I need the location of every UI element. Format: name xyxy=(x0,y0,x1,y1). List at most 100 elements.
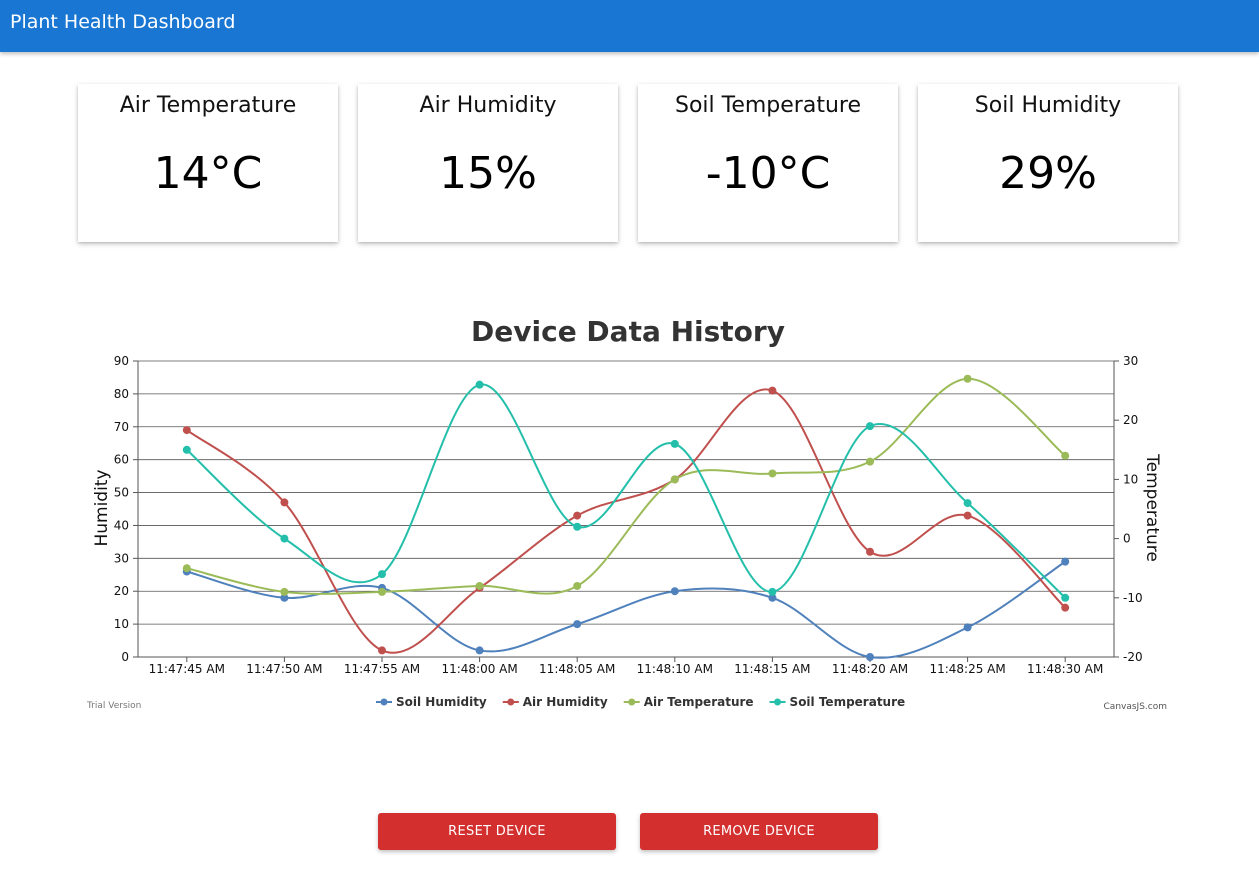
y2-tick-label: 30 xyxy=(1123,354,1138,368)
chart-legend: Soil Humidity Air Humidity Air Temperature… xyxy=(376,695,905,709)
series-line-soil-temperature xyxy=(186,383,1066,599)
y-axis-label: Humidity xyxy=(92,469,112,546)
chart-title: Device Data History xyxy=(471,315,785,348)
legend-marker xyxy=(774,698,782,706)
x-tick-label: 11:47:50 AM xyxy=(246,662,322,676)
data-point-air-humidity xyxy=(963,511,972,520)
air-temperature-card: Air Temperature 14°C xyxy=(78,84,338,242)
chart-axes: 0 10 20 30 40 50 60 70 80 90 -20 -10 0 10 20 30 11:47:45… xyxy=(114,354,1143,676)
card-title: Air Humidity xyxy=(419,93,557,118)
data-point-air-temperature xyxy=(475,581,484,590)
legend-label: Soil Humidity xyxy=(396,695,487,709)
data-point-air-humidity xyxy=(1061,603,1070,612)
y2-tick-label: 20 xyxy=(1123,413,1138,427)
series-line-air-humidity xyxy=(186,388,1066,654)
app-bar: Plant Health Dashboard xyxy=(0,0,1259,52)
data-point-soil-temperature xyxy=(573,522,582,531)
data-point-air-humidity xyxy=(573,511,582,520)
legend-marker xyxy=(380,698,388,706)
y-tick-label: 60 xyxy=(114,453,129,467)
legend-item-air-temperature: Air Temperature xyxy=(623,695,754,709)
legend-label: Soil Temperature xyxy=(790,695,906,709)
remove-device-button[interactable]: REMOVE DEVICE xyxy=(640,813,878,850)
y-tick-label: 10 xyxy=(114,617,129,631)
x-tick-label: 11:48:05 AM xyxy=(539,662,615,676)
data-point-air-humidity xyxy=(182,426,191,435)
legend-item-soil-humidity: Soil Humidity xyxy=(376,695,487,709)
data-point-air-humidity xyxy=(280,498,289,507)
data-point-air-temperature xyxy=(670,475,679,484)
data-point-soil-temperature xyxy=(280,534,289,543)
data-point-soil-temperature xyxy=(963,499,972,508)
data-point-soil-temperature xyxy=(378,570,386,579)
y-tick-label: 30 xyxy=(114,551,129,565)
data-point-air-temperature xyxy=(573,581,582,590)
x-tick-label: 11:47:55 AM xyxy=(344,662,420,676)
data-point-air-humidity xyxy=(866,547,874,556)
data-point-soil-temperature xyxy=(182,445,191,454)
data-point-soil-humidity xyxy=(475,646,484,655)
reset-device-button[interactable]: RESET DEVICE xyxy=(378,813,616,850)
app-title: Plant Health Dashboard xyxy=(10,11,236,33)
data-point-soil-temperature xyxy=(670,439,679,448)
data-point-air-temperature xyxy=(963,374,972,383)
air-humidity-card: Air Humidity 15% xyxy=(358,84,618,242)
data-point-soil-temperature xyxy=(866,422,874,431)
data-point-soil-humidity xyxy=(866,653,874,661)
data-point-soil-temperature xyxy=(768,587,777,596)
data-point-air-humidity xyxy=(378,646,386,655)
y-tick-label: 80 xyxy=(114,387,129,401)
data-point-soil-humidity xyxy=(963,623,972,632)
data-point-air-temperature xyxy=(182,564,191,573)
data-point-air-temperature xyxy=(378,587,386,596)
legend-label: Air Temperature xyxy=(644,695,754,709)
x-tick-label: 11:48:15 AM xyxy=(734,662,810,676)
y2-tick-label: 10 xyxy=(1123,472,1138,486)
canvasjs-watermark: CanvasJS.com xyxy=(1104,702,1167,712)
soil-temperature-card: Soil Temperature -10°C xyxy=(638,84,898,242)
data-point-air-temperature xyxy=(280,587,289,596)
x-tick-label: 11:48:25 AM xyxy=(929,662,1005,676)
card-value: -10°C xyxy=(705,148,831,199)
chart-grid xyxy=(138,360,1114,658)
data-point-soil-humidity xyxy=(670,587,679,596)
y-tick-label: 90 xyxy=(114,354,129,368)
y-tick-label: 40 xyxy=(114,518,129,532)
trial-version-watermark: Trial Version xyxy=(86,701,141,711)
data-point-soil-humidity xyxy=(1061,557,1070,566)
y-tick-label: 20 xyxy=(114,584,129,598)
x-tick-label: 11:48:20 AM xyxy=(832,662,908,676)
data-point-soil-temperature xyxy=(475,380,484,389)
card-value: 15% xyxy=(439,148,537,199)
y-tick-label: 50 xyxy=(114,486,129,500)
x-tick-label: 11:48:00 AM xyxy=(441,662,517,676)
legend-label: Air Humidity xyxy=(523,695,608,709)
y2-axis-label: Temperature xyxy=(1142,453,1162,562)
data-point-soil-humidity xyxy=(573,620,582,629)
series-line-soil-humidity xyxy=(186,560,1066,659)
card-title: Soil Temperature xyxy=(674,93,861,118)
x-tick-label: 11:48:10 AM xyxy=(637,662,713,676)
data-point-air-temperature xyxy=(768,469,777,478)
data-point-air-humidity xyxy=(768,386,777,395)
y-tick-label: 70 xyxy=(114,420,129,434)
x-tick-label: 11:48:30 AM xyxy=(1027,662,1103,676)
device-data-history-chart: Device Data History 0 10 20 30 40 50 60 70 80 90 -… xyxy=(86,315,1167,712)
legend-item-soil-temperature: Soil Temperature xyxy=(769,695,906,709)
data-point-air-temperature xyxy=(1061,451,1070,460)
card-value: 29% xyxy=(999,148,1097,199)
y2-tick-label: -10 xyxy=(1123,591,1143,605)
data-point-soil-temperature xyxy=(1061,593,1070,602)
soil-humidity-card: Soil Humidity 29% xyxy=(918,84,1178,242)
legend-marker xyxy=(507,698,515,706)
chart-series xyxy=(182,374,1070,661)
data-point-air-temperature xyxy=(866,457,874,466)
card-title: Soil Humidity xyxy=(974,93,1122,118)
y2-tick-label: 0 xyxy=(1123,532,1131,546)
card-title: Air Temperature xyxy=(119,93,297,118)
legend-item-air-humidity: Air Humidity xyxy=(502,695,608,709)
x-tick-label: 11:47:45 AM xyxy=(149,662,225,676)
legend-marker xyxy=(628,698,636,706)
card-value: 14°C xyxy=(153,148,263,199)
y-tick-label: 0 xyxy=(121,650,129,664)
